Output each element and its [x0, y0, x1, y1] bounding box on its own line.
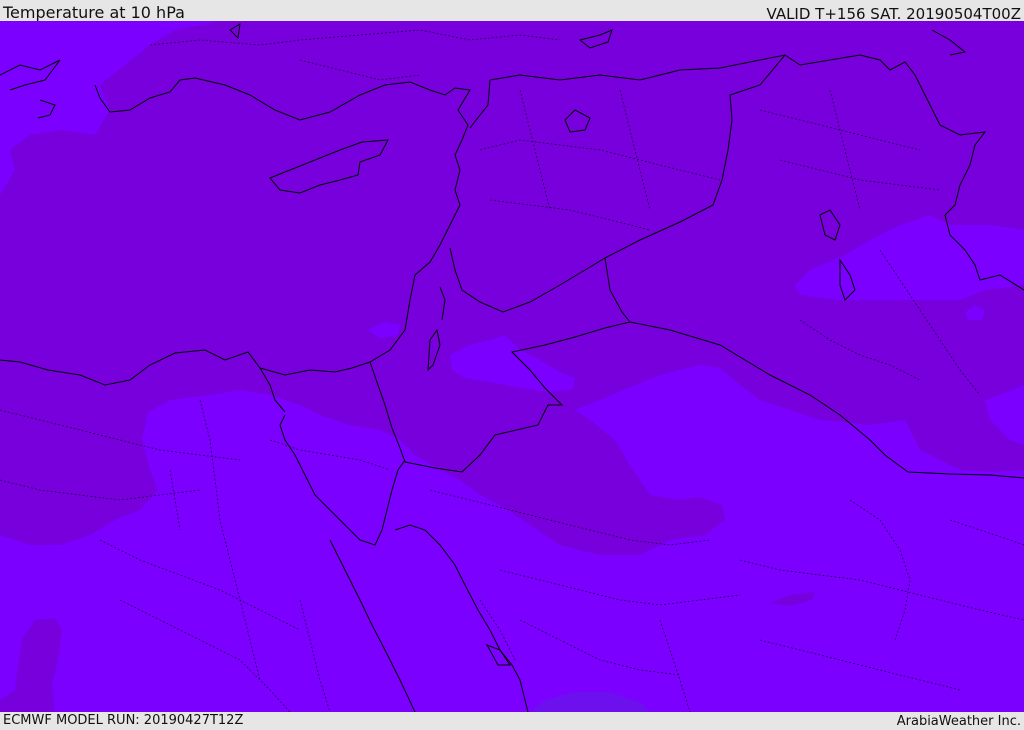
- map-title: Temperature at 10 hPa: [3, 3, 185, 22]
- credit: ArabiaWeather Inc.: [896, 714, 1021, 729]
- weather-map[interactable]: [0, 21, 1024, 712]
- header-bar: Temperature at 10 hPa VALID T+156 SAT. 2…: [0, 0, 1024, 23]
- temperature-map-svg: [0, 21, 1024, 712]
- footer-bar: ECMWF MODEL RUN: 20190427T12Z ArabiaWeat…: [0, 712, 1024, 729]
- model-run: ECMWF MODEL RUN: 20190427T12Z: [3, 713, 244, 728]
